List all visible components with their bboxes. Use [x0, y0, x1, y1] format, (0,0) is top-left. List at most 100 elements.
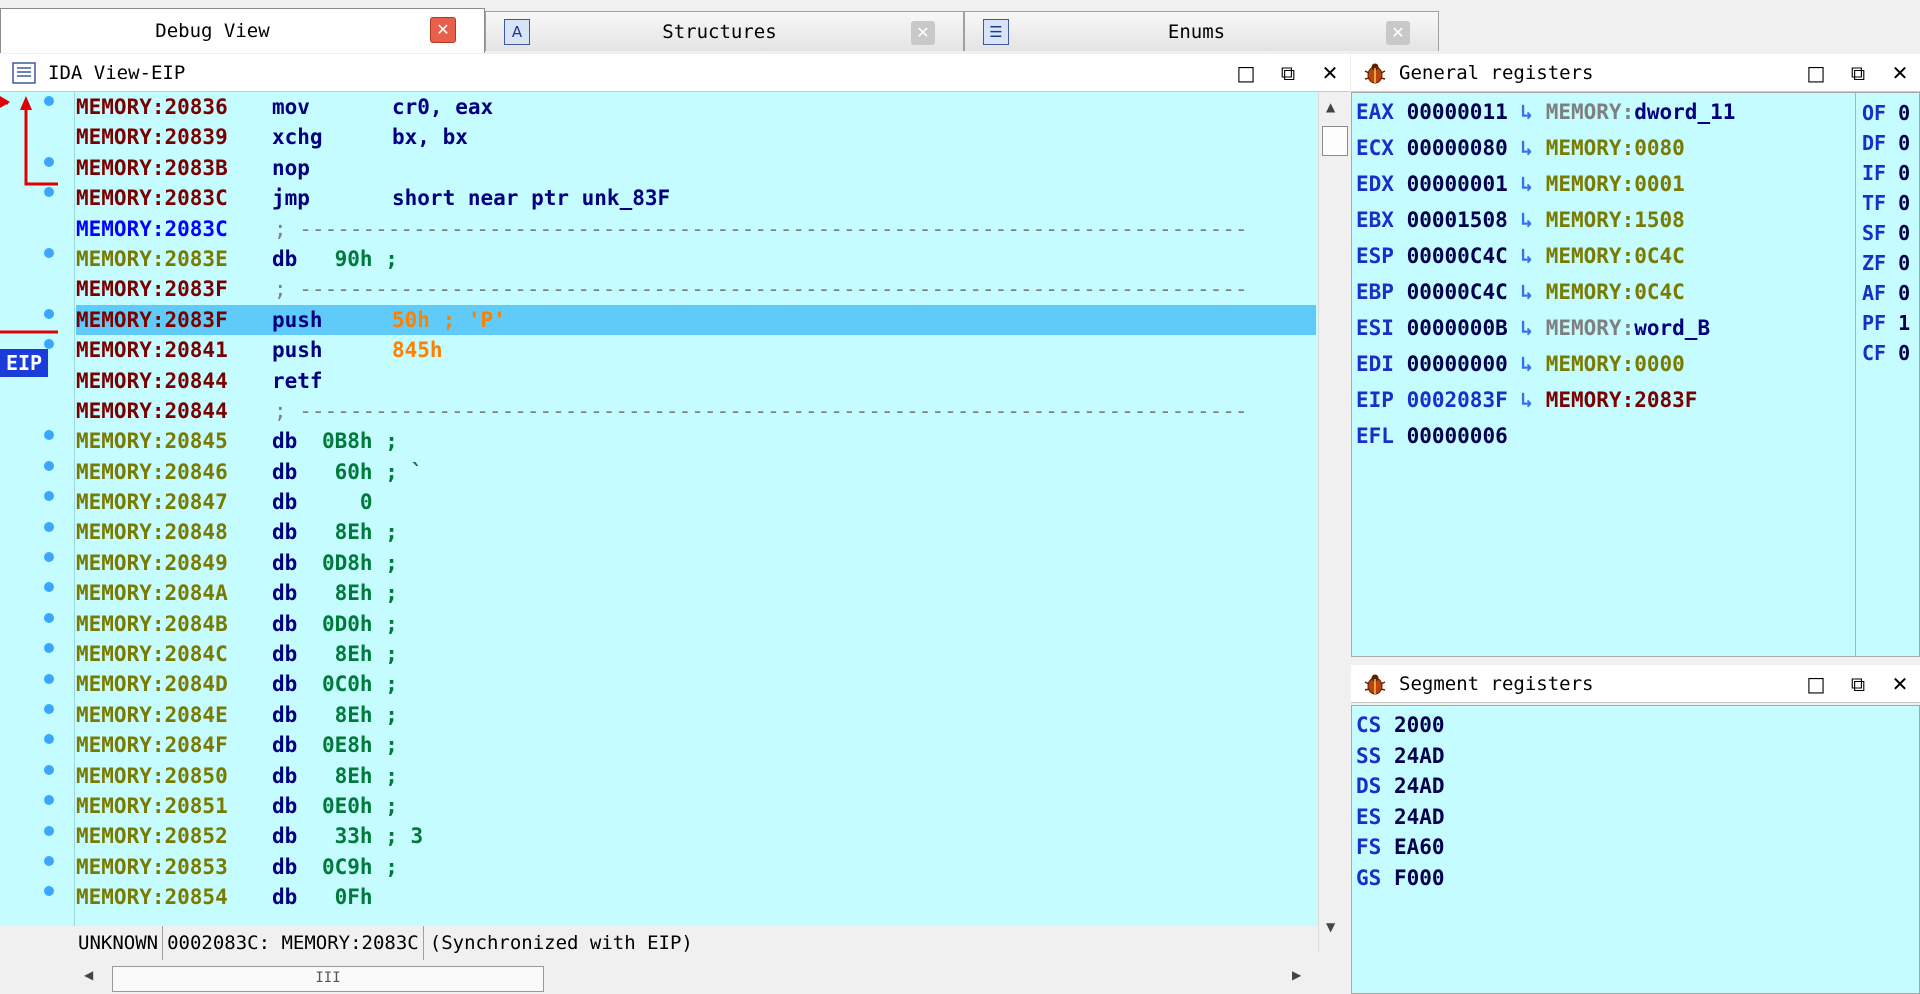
- maximize-icon[interactable]: □: [1802, 59, 1830, 87]
- listing-line[interactable]: MEMORY:20845 db 0B8h ;: [76, 426, 1316, 456]
- breakpoint-dot[interactable]: [44, 308, 54, 319]
- breakpoint-dot[interactable]: [44, 156, 54, 167]
- breakpoint-dot[interactable]: [44, 856, 54, 866]
- listing-line[interactable]: MEMORY:2083E db 90h ;: [76, 244, 1316, 274]
- register-row-efl[interactable]: EFL 00000006: [1356, 421, 1508, 451]
- register-value[interactable]: 24AD: [1394, 774, 1445, 798]
- listing-line[interactable]: MEMORY:2084A db 8Eh ;: [76, 578, 1316, 608]
- register-value[interactable]: 00000C4C: [1407, 244, 1508, 268]
- flag-zf[interactable]: ZF 0: [1862, 249, 1910, 277]
- register-value[interactable]: 00001508: [1407, 208, 1508, 232]
- register-target[interactable]: MEMORY:2083F: [1546, 388, 1698, 412]
- segment-register-ss[interactable]: SS 24AD: [1356, 741, 1445, 771]
- listing-line[interactable]: MEMORY:20847 db 0: [76, 487, 1316, 517]
- register-row-edi[interactable]: EDI 00000000 ↳ MEMORY:0000: [1356, 349, 1685, 379]
- vertical-scrollbar[interactable]: ▲ ▼: [1318, 92, 1349, 952]
- listing-line[interactable]: MEMORY:2083C jmp short near ptr unk_83F: [76, 183, 1316, 213]
- restore-icon[interactable]: ⧉: [1844, 670, 1872, 698]
- breakpoint-dot[interactable]: [44, 248, 54, 258]
- scroll-left-icon[interactable]: ◀: [84, 968, 93, 982]
- listing-line[interactable]: MEMORY:2084F db 0E8h ;: [76, 730, 1316, 760]
- listing-line[interactable]: MEMORY:20853 db 0C9h ;: [76, 852, 1316, 882]
- register-target[interactable]: MEMORY:0001: [1546, 172, 1685, 196]
- flag-af[interactable]: AF 0: [1862, 279, 1910, 307]
- close-icon[interactable]: ✕: [1316, 59, 1344, 87]
- register-row-ebp[interactable]: EBP 00000C4C ↳ MEMORY:0C4C: [1356, 277, 1685, 307]
- ida-view-titlebar[interactable]: IDA View-EIP □ ⧉ ✕: [0, 54, 1350, 92]
- breakpoint-dot[interactable]: [44, 704, 54, 714]
- flag-value[interactable]: 0: [1898, 191, 1910, 215]
- listing-line[interactable]: MEMORY:20848 db 8Eh ;: [76, 517, 1316, 547]
- register-value[interactable]: 00000001: [1407, 172, 1508, 196]
- disassembly-listing[interactable]: EIP MEMORY:20836 mov cr0, eax MEMORY:20839 x…: [0, 92, 1318, 926]
- listing-line[interactable]: MEMORY:20841 push 845h: [76, 335, 1316, 365]
- segment-register-cs[interactable]: CS 2000: [1356, 710, 1445, 740]
- scroll-thumb[interactable]: III: [112, 966, 544, 992]
- breakpoint-dot[interactable]: [44, 552, 54, 562]
- flag-value[interactable]: 1: [1898, 311, 1910, 335]
- register-target[interactable]: MEMORY:dword_11: [1546, 100, 1736, 124]
- register-value[interactable]: 00000C4C: [1407, 280, 1508, 304]
- tab-debug-view[interactable]: Debug View ✕: [0, 8, 485, 53]
- register-row-ebx[interactable]: EBX 00001508 ↳ MEMORY:1508: [1356, 205, 1685, 235]
- tab-close-icon[interactable]: ✕: [911, 21, 935, 45]
- maximize-icon[interactable]: □: [1802, 670, 1830, 698]
- register-row-eip[interactable]: EIP 0002083F ↳ MEMORY:2083F: [1356, 385, 1697, 415]
- close-icon[interactable]: ✕: [1886, 670, 1914, 698]
- close-icon[interactable]: ✕: [1886, 59, 1914, 87]
- listing-line[interactable]: MEMORY:2083F ; --------------------------…: [76, 274, 1316, 304]
- restore-icon[interactable]: ⧉: [1274, 59, 1302, 87]
- flag-value[interactable]: 0: [1898, 251, 1910, 275]
- tab-structures[interactable]: A Structures ✕: [485, 11, 964, 51]
- breakpoint-dot[interactable]: [44, 96, 54, 106]
- tab-close-icon[interactable]: ✕: [430, 17, 456, 43]
- register-value[interactable]: F000: [1394, 866, 1445, 890]
- register-target[interactable]: MEMORY:0000: [1546, 352, 1685, 376]
- listing-line[interactable]: MEMORY:2084B db 0D0h ;: [76, 609, 1316, 639]
- register-value[interactable]: 2000: [1394, 713, 1445, 737]
- register-value[interactable]: 00000011: [1407, 100, 1508, 124]
- flag-tf[interactable]: TF 0: [1862, 189, 1910, 217]
- flag-value[interactable]: 0: [1898, 281, 1910, 305]
- flag-cf[interactable]: CF 0: [1862, 339, 1910, 367]
- general-registers-list[interactable]: EAX 00000011 ↳ MEMORY:dword_11 ECX 000000…: [1351, 92, 1920, 657]
- segment-registers-list[interactable]: CS 2000 SS 24AD DS 24AD ES 24AD FS EA60 GS F0…: [1351, 705, 1920, 994]
- flag-df[interactable]: DF 0: [1862, 129, 1910, 157]
- breakpoint-dot[interactable]: [44, 612, 54, 623]
- listing-line[interactable]: MEMORY:20846 db 60h ; `: [76, 457, 1316, 487]
- breakpoint-dot[interactable]: [44, 521, 54, 532]
- scroll-right-icon[interactable]: ▶: [1292, 968, 1301, 982]
- scroll-up-icon[interactable]: ▲: [1326, 100, 1335, 114]
- tab-close-icon[interactable]: ✕: [1386, 21, 1410, 45]
- register-value[interactable]: 00000000: [1407, 352, 1508, 376]
- listing-line[interactable]: MEMORY:20844 retf: [76, 366, 1316, 396]
- listing-line[interactable]: MEMORY:2083C ; --------------------------…: [76, 214, 1316, 244]
- maximize-icon[interactable]: □: [1232, 59, 1260, 87]
- breakpoint-dot[interactable]: [44, 764, 54, 775]
- restore-icon[interactable]: ⧉: [1844, 59, 1872, 87]
- flag-pf[interactable]: PF 1: [1862, 309, 1910, 337]
- flag-value[interactable]: 0: [1898, 341, 1910, 365]
- register-value[interactable]: 24AD: [1394, 805, 1445, 829]
- listing-line[interactable]: MEMORY:20839 xchg bx, bx: [76, 122, 1316, 152]
- listing-line[interactable]: MEMORY:2084D db 0C0h ;: [76, 669, 1316, 699]
- segment-register-es[interactable]: ES 24AD: [1356, 802, 1445, 832]
- segment-register-fs[interactable]: FS EA60: [1356, 832, 1445, 862]
- register-row-edx[interactable]: EDX 00000001 ↳ MEMORY:0001: [1356, 169, 1685, 199]
- breakpoint-dot[interactable]: [44, 460, 54, 471]
- flag-of[interactable]: OF 0: [1862, 99, 1910, 127]
- scroll-thumb[interactable]: [1322, 126, 1348, 156]
- tab-enums[interactable]: ☰ Enums ✕: [964, 11, 1439, 51]
- breakpoint-dot[interactable]: [44, 673, 54, 684]
- scroll-down-icon[interactable]: ▼: [1326, 920, 1335, 934]
- flag-value[interactable]: 0: [1898, 221, 1910, 245]
- segment-register-ds[interactable]: DS 24AD: [1356, 771, 1445, 801]
- register-target[interactable]: MEMORY:0080: [1546, 136, 1685, 160]
- listing-line[interactable]: MEMORY:20851 db 0E0h ;: [76, 791, 1316, 821]
- flag-value[interactable]: 0: [1898, 131, 1910, 155]
- register-target[interactable]: MEMORY:0C4C: [1546, 280, 1685, 304]
- register-target[interactable]: MEMORY:1508: [1546, 208, 1685, 232]
- flag-sf[interactable]: SF 0: [1862, 219, 1910, 247]
- listing-line[interactable]: MEMORY:20850 db 8Eh ;: [76, 761, 1316, 791]
- register-value[interactable]: 0002083F: [1407, 388, 1508, 412]
